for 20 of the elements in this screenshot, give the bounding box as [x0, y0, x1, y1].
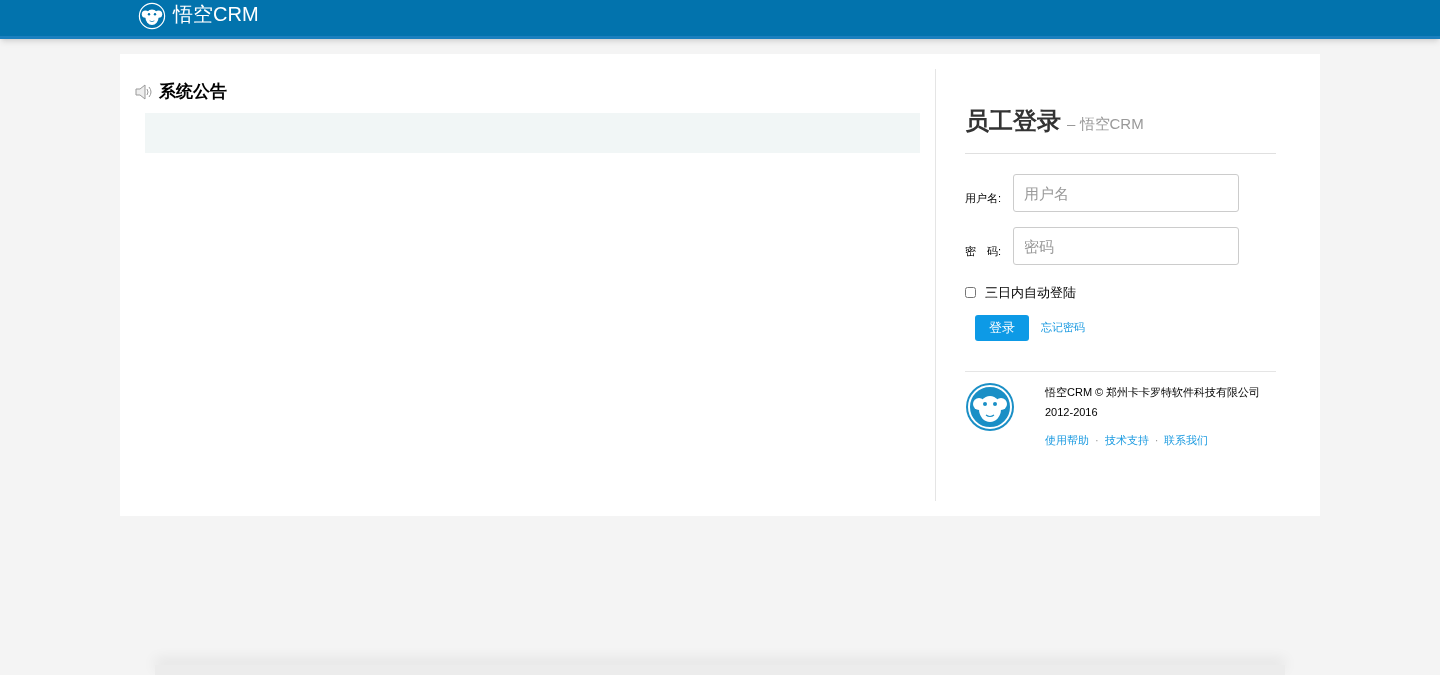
footer-link[interactable]: 使用帮助 — [1045, 431, 1089, 448]
remember-checkbox[interactable] — [965, 287, 976, 299]
login-subtitle: – 悟空CRM — [1067, 114, 1144, 134]
footer-link[interactable]: 技术支持 — [1104, 431, 1149, 448]
link-separator: · — [1154, 432, 1159, 448]
link-separator: · — [1095, 432, 1099, 448]
footer-link[interactable]: 联系我们 — [1164, 431, 1209, 448]
field-label: 用户名: — [965, 190, 1003, 206]
login-title: 员工登录 — [965, 106, 1061, 136]
forgot-password-link[interactable]: 忘记密码 — [1041, 319, 1085, 336]
copyright-text: 悟空CRM © 郑州卡卡罗特软件科技有限公司 2012-2016 — [1045, 384, 1262, 420]
monkey-logo-icon — [965, 381, 1015, 432]
login-button[interactable]: 登录 — [975, 314, 1029, 341]
brand-name: 悟空CRM — [173, 2, 259, 27]
speaker-icon — [135, 83, 153, 100]
field-label: 密 码: — [965, 243, 1003, 259]
remember-label: 三日内自动登陆 — [985, 284, 1076, 302]
input-field[interactable]: 密码 — [1013, 227, 1239, 265]
input-field[interactable]: 用户名 — [1013, 174, 1239, 212]
announcement-title: 系统公告 — [159, 81, 227, 103]
